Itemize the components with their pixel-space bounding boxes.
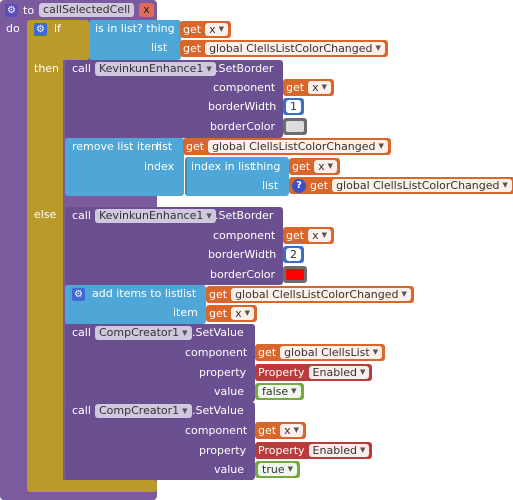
else-setborder-bordercolor-swatch[interactable] <box>283 266 307 283</box>
setvalue2-true-block[interactable]: true ▼ <box>255 461 300 478</box>
setvalue2-call-label: call <box>72 404 91 417</box>
then-setborder-component-label: component <box>213 81 276 94</box>
add-items-mutator-gear-icon[interactable]: ⚙ <box>72 288 85 301</box>
index-in-list-thing-label: thing <box>252 160 281 173</box>
add-items-title: add items to list <box>92 287 181 300</box>
add-items-item-label: item <box>173 306 198 319</box>
index-in-list-thing-get[interactable]: get x ▼ <box>289 158 340 175</box>
is-in-list-thing-get[interactable]: get x ▼ <box>180 21 231 38</box>
else-setborder-call-label: call <box>72 209 91 222</box>
add-items-list-get[interactable]: get global ClellsListColorChanged ▼ <box>206 286 414 303</box>
is-in-list-title: is in list? thing <box>95 22 175 35</box>
setvalue2-component-dropdown[interactable]: CompCreator1 ▼ <box>95 404 192 418</box>
procedure-header: ⚙ to callSelectedCell x <box>0 0 157 20</box>
then-setborder-borderwidth-number[interactable]: 1 <box>283 98 304 115</box>
remove-list-item-index-label: index <box>144 160 175 173</box>
else-setborder-borderwidth-label: borderWidth <box>208 248 277 261</box>
else-label: else <box>34 208 57 221</box>
else-setborder-component-dropdown[interactable]: KevinkunEnhance1 ▼ <box>95 209 216 223</box>
procedure-do-label: do <box>6 22 20 35</box>
setvalue2-method: .SetValue <box>192 404 244 417</box>
if-mutator-gear-icon[interactable]: ⚙ <box>34 23 47 36</box>
then-setborder-component-get[interactable]: get x ▼ <box>283 79 334 96</box>
setvalue1-component-label: component <box>185 346 248 359</box>
if-label: if <box>54 22 61 35</box>
setvalue1-component-dropdown[interactable]: CompCreator1 ▼ <box>95 326 192 340</box>
else-setborder-method: .SetBorder <box>215 209 274 222</box>
else-setborder-bordercolor-label: borderColor <box>210 268 276 281</box>
setvalue2-property-block[interactable]: Property Enabled ▼ <box>255 442 373 459</box>
setvalue1-false-block[interactable]: false ▼ <box>255 383 304 400</box>
add-items-list-label: list <box>180 287 197 300</box>
then-setborder-call-label: call <box>72 62 91 75</box>
then-setborder-method: .SetBorder <box>215 62 274 75</box>
is-in-list-list-label: list <box>151 41 168 54</box>
procedure-to-label: to <box>23 3 35 17</box>
index-in-list-list-label: list <box>262 179 279 192</box>
remove-list-item-list-label: list <box>156 140 173 153</box>
then-setborder-borderwidth-label: borderWidth <box>208 100 277 113</box>
else-setborder-component-get[interactable]: get x ▼ <box>283 227 334 244</box>
setvalue1-property-label: property <box>199 366 247 379</box>
setvalue2-component-label: component <box>185 424 248 437</box>
remove-list-item-title: remove list item <box>72 140 162 153</box>
mutator-gear-icon[interactable]: ⚙ <box>5 3 18 17</box>
then-setborder-component-dropdown[interactable]: KevinkunEnhance1 ▼ <box>95 62 216 76</box>
index-in-list-list-get[interactable]: ? get global ClellsListColorChanged ▼ <box>289 177 513 194</box>
setvalue2-component-get[interactable]: get x ▼ <box>255 422 306 439</box>
if-else-block[interactable] <box>27 20 63 492</box>
setvalue2-value-label: value <box>214 463 245 476</box>
add-items-item-get[interactable]: get x ▼ <box>206 305 257 322</box>
setvalue1-call-label: call <box>72 326 91 339</box>
setvalue1-component-get[interactable]: get global ClellsList ▼ <box>255 344 386 361</box>
setvalue1-property-block[interactable]: Property Enabled ▼ <box>255 364 373 381</box>
setvalue2-property-label: property <box>199 444 247 457</box>
else-cap <box>27 480 157 492</box>
procedure-param[interactable]: x <box>139 3 154 17</box>
remove-list-item-list-get[interactable]: get global ClellsListColorChanged ▼ <box>183 138 391 155</box>
warning-question-icon[interactable]: ? <box>292 178 306 193</box>
then-setborder-bordercolor-swatch[interactable] <box>283 118 307 135</box>
else-setborder-borderwidth-number[interactable]: 2 <box>283 246 304 263</box>
setvalue1-value-label: value <box>214 385 245 398</box>
else-setborder-component-label: component <box>213 229 276 242</box>
index-in-list-title: index in list <box>191 160 255 173</box>
setvalue1-method: .SetValue <box>192 326 244 339</box>
then-label: then <box>34 62 60 75</box>
is-in-list-list-get[interactable]: get global ClellsListColorChanged ▼ <box>180 40 388 57</box>
then-setborder-bordercolor-label: borderColor <box>210 120 276 133</box>
procedure-name[interactable]: callSelectedCell <box>39 3 135 17</box>
